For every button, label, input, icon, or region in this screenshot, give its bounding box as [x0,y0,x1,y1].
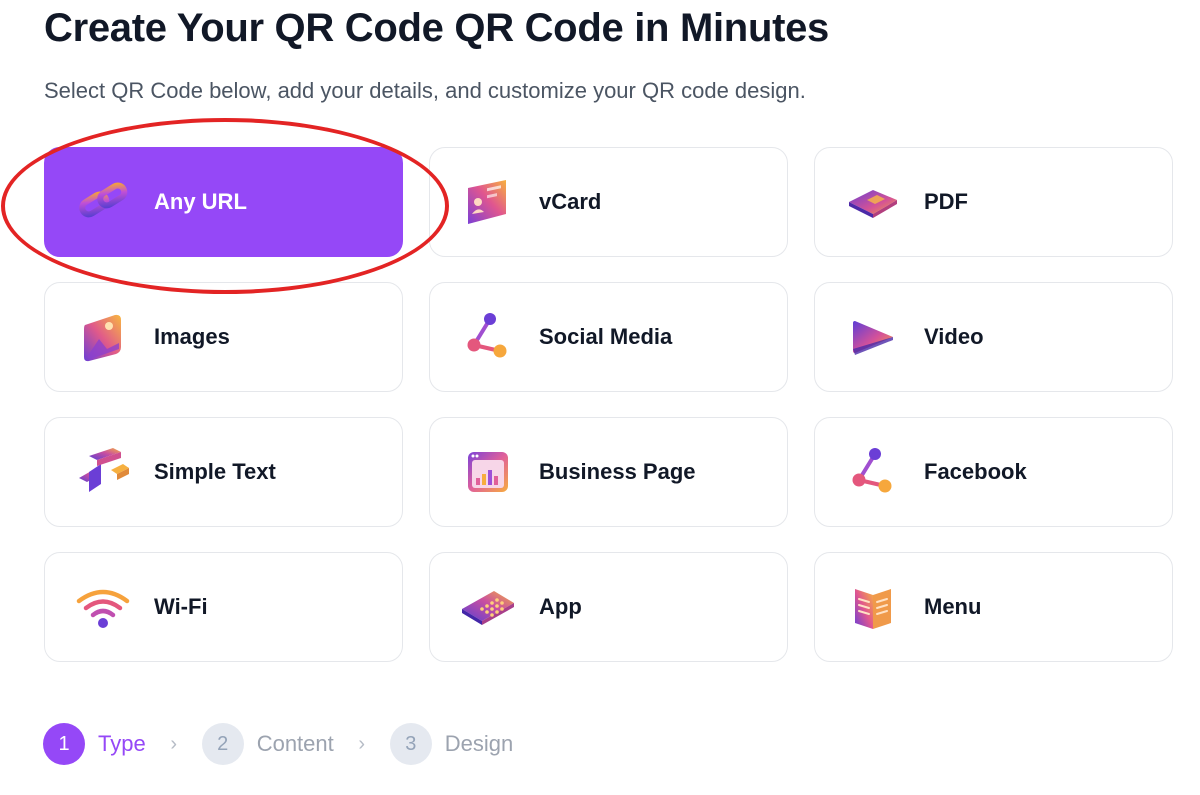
qr-type-label: Images [154,324,230,349]
qr-type-card-any-url[interactable]: Any URL [44,147,403,257]
qr-type-card-simple-text[interactable]: Simple Text [44,417,403,527]
qr-type-card-menu[interactable]: Menu [814,552,1173,662]
chevron-right-icon: › [170,732,178,755]
text-block-icon [75,444,131,500]
qr-type-label: App [539,594,582,619]
play-video-icon [845,309,901,365]
qr-type-label: Wi-Fi [154,594,208,619]
contact-card-icon [460,174,516,230]
chevron-right-icon: › [358,732,366,755]
step-number: 3 [389,723,432,765]
share-nodes-icon [460,309,516,365]
business-page-icon [460,444,516,500]
image-photo-icon [75,309,131,365]
page-title: Create Your QR Code QR Code in Minutes [44,6,829,50]
link-chain-icon [75,174,131,230]
app-grid-icon [460,579,516,635]
qr-type-label: Social Media [539,324,673,349]
step-number: 1 [43,723,85,765]
step-design[interactable]: 3 Design [389,723,514,765]
qr-type-card-app[interactable]: App [429,552,788,662]
share-nodes-icon [845,444,901,500]
qr-type-card-images[interactable]: Images [44,282,403,392]
step-label: Type [98,731,146,756]
step-type[interactable]: 1 Type [43,723,146,765]
page-subtitle: Select QR Code below, add your details, … [44,78,806,103]
step-label: Content [256,731,334,756]
qr-type-card-vcard[interactable]: vCard [429,147,788,257]
qr-type-grid: Any URL vCard PDF Images Social Media Vi… [44,147,1173,662]
menu-book-icon [845,579,901,635]
qr-type-card-business-page[interactable]: Business Page [429,417,788,527]
qr-type-label: Simple Text [154,459,276,484]
step-label: Design [444,731,514,756]
progress-stepper: 1 Type › 2 Content › 3 Design [43,723,513,765]
qr-type-label: PDF [924,189,968,214]
qr-type-label: Menu [924,594,982,619]
qr-type-card-wi-fi[interactable]: Wi-Fi [44,552,403,662]
qr-type-label: Facebook [924,459,1027,484]
qr-type-card-facebook[interactable]: Facebook [814,417,1173,527]
qr-type-card-social-media[interactable]: Social Media [429,282,788,392]
qr-type-label: Business Page [539,459,696,484]
step-number: 2 [201,723,244,765]
pdf-file-icon [845,174,901,230]
wifi-icon [75,579,131,635]
qr-type-label: vCard [539,189,602,214]
qr-type-label: Video [924,324,984,349]
step-content[interactable]: 2 Content [201,723,334,765]
qr-type-card-pdf[interactable]: PDF [814,147,1173,257]
qr-type-card-video[interactable]: Video [814,282,1173,392]
qr-type-label: Any URL [154,189,247,214]
qr-code-type-page: Create Your QR Code QR Code in Minutes S… [0,0,1200,795]
